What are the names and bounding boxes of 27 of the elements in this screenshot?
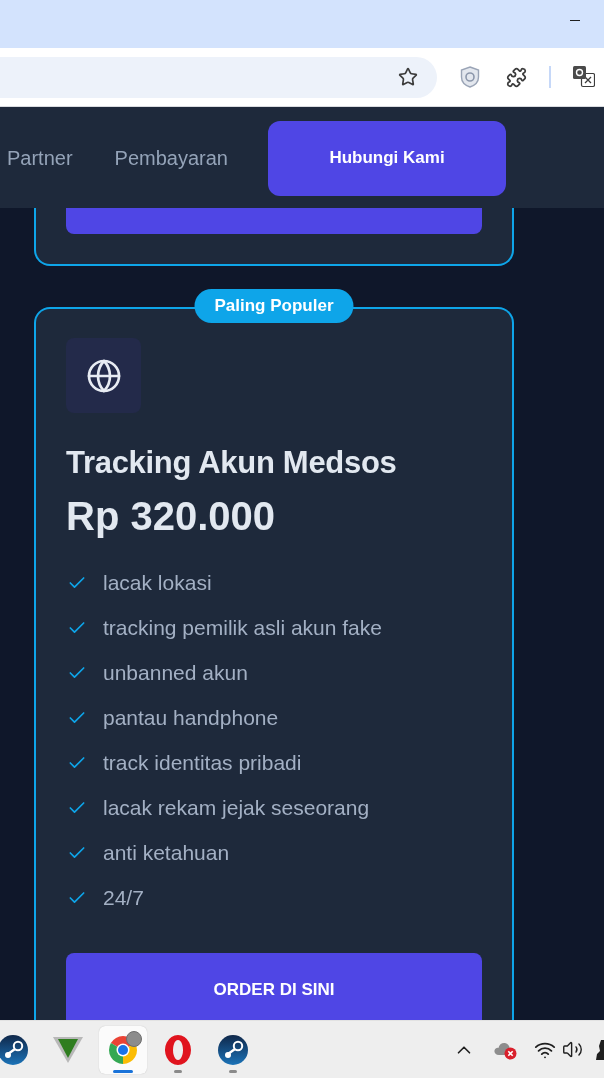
nav-link[interactable]: Pembayaran (114, 142, 228, 173)
nav-link[interactable]: Partner (7, 142, 73, 173)
disc-logo-icon (218, 1034, 248, 1065)
bookmark-star-icon[interactable] (398, 67, 418, 87)
feature-text: lacak lokasi (103, 569, 212, 596)
order-button[interactable]: ORDER DI SINI (66, 953, 482, 1020)
speaker-icon[interactable] (562, 1039, 583, 1060)
puzzle-icon[interactable] (506, 66, 527, 88)
feature-text: anti ketahuan (103, 839, 230, 866)
ring-logo-icon (165, 1034, 191, 1065)
tray-icon[interactable] (596, 1039, 604, 1060)
feature-text: pantau handphone (103, 704, 279, 731)
globe-icon (66, 338, 141, 413)
plan-title: Tracking Akun Medsos (66, 445, 398, 481)
shield-icon[interactable] (460, 66, 480, 88)
popular-badge: Paling Populer (194, 289, 354, 323)
translate-icon[interactable] (573, 66, 595, 88)
feature-text: unbanned akun (103, 659, 248, 686)
contact-button[interactable]: Hubungi Kami (268, 120, 506, 196)
disc-logo-icon (0, 1034, 28, 1065)
profile-badge-icon (126, 1030, 142, 1047)
feature-text: lacak rekam jejak seseorang (103, 794, 370, 821)
feature-text: tracking pemilik asli akun fake (103, 614, 382, 641)
triangle-logo-icon (53, 1036, 83, 1063)
feature-text: track identitas pribadi (103, 749, 302, 776)
plan-price: Rp 320.000 (66, 496, 277, 536)
feature-text: 24/7 (103, 884, 144, 911)
